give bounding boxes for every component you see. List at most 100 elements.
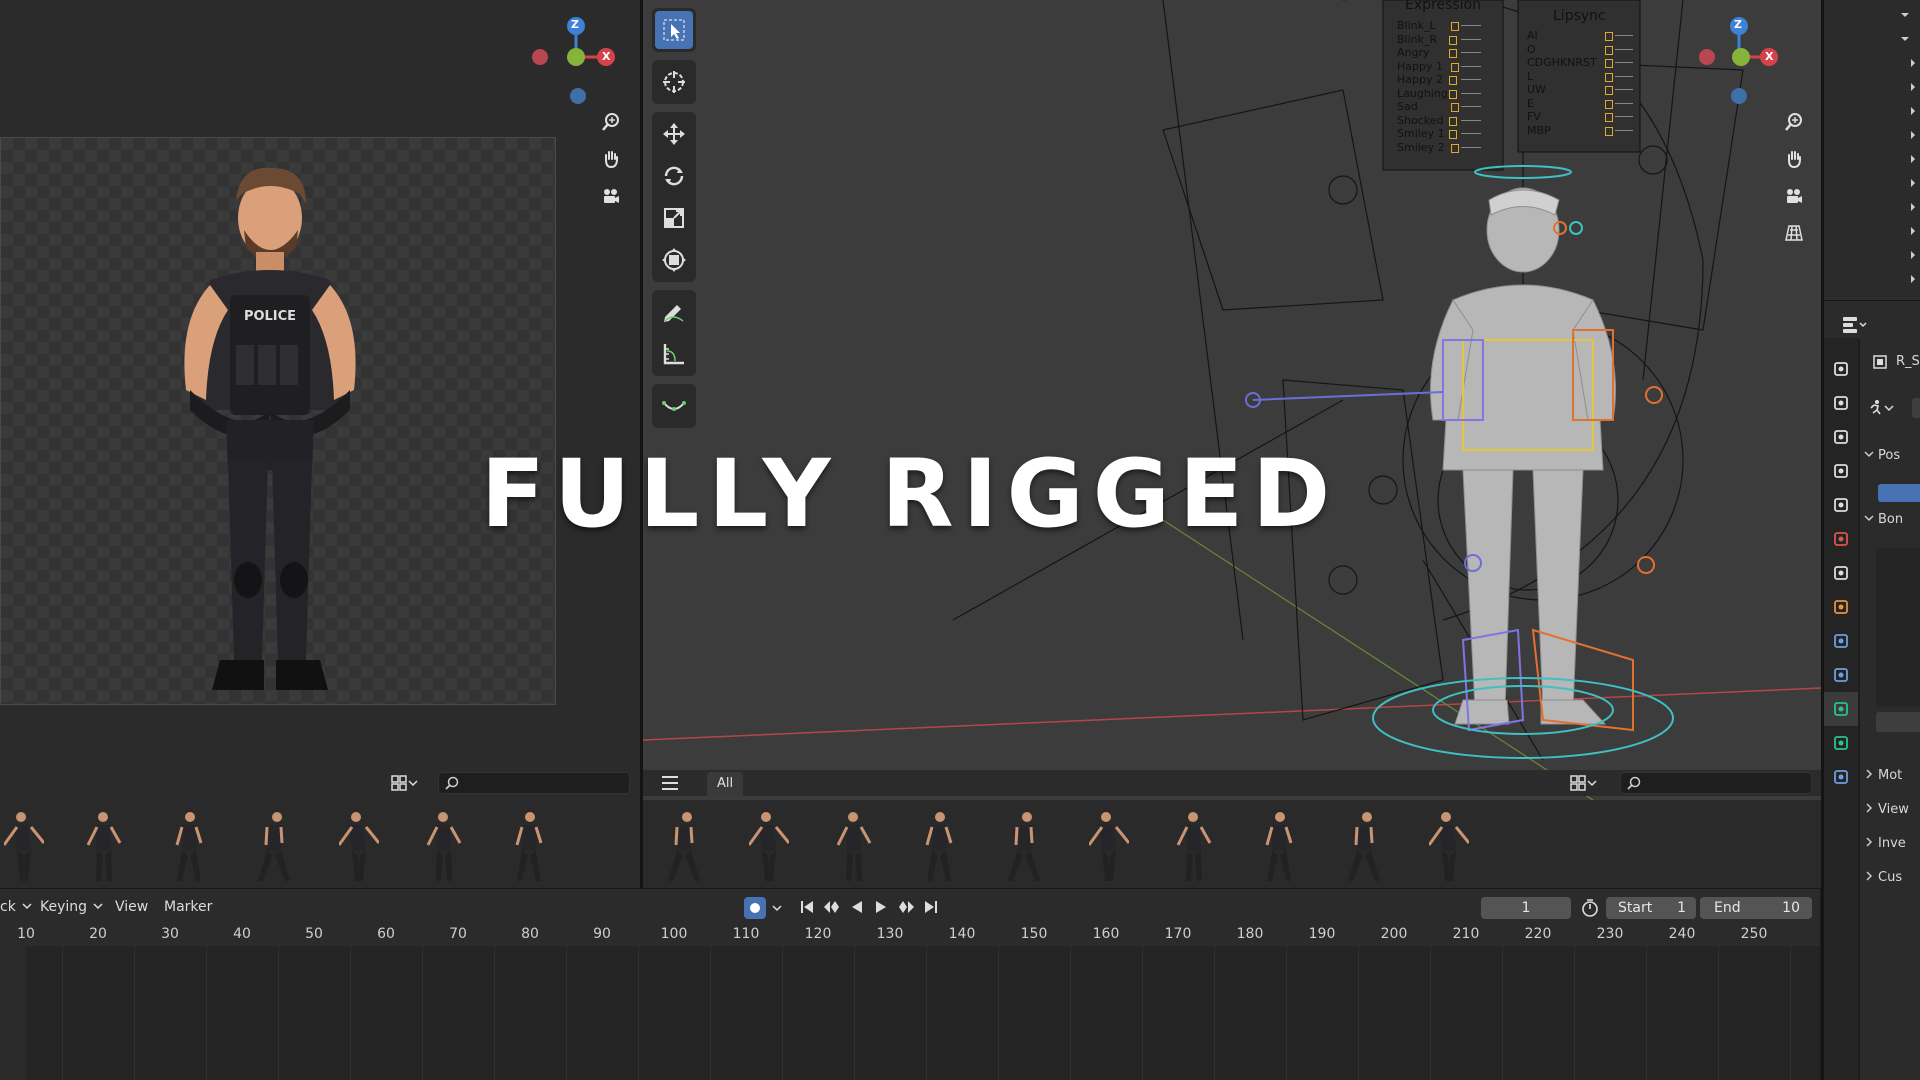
expression-slider-row[interactable]: Blink_L — [1391, 19, 1501, 33]
outliner-row[interactable] — [1884, 30, 1914, 48]
camera-icon[interactable] — [597, 182, 625, 210]
pose-name-field[interactable] — [1912, 398, 1920, 418]
slider-handle[interactable] — [1605, 126, 1613, 136]
lipsync-slider-row[interactable]: MBP — [1523, 124, 1637, 138]
outliner-row[interactable] — [1884, 54, 1915, 72]
left-asset-search-input[interactable] — [438, 772, 630, 794]
play-reverse-icon[interactable] — [848, 898, 866, 916]
lipsync-slider-row[interactable]: AI — [1523, 29, 1637, 43]
hamburger-menu-button[interactable] — [657, 772, 683, 794]
grid-perspective-icon[interactable] — [1780, 219, 1808, 247]
stopwatch-icon[interactable] — [1580, 898, 1600, 918]
rotate-tool[interactable] — [655, 157, 693, 195]
outliner-row[interactable] — [1884, 102, 1915, 120]
next-keyframe-icon[interactable] — [896, 898, 916, 916]
lipsync-slider-row[interactable]: E — [1523, 97, 1637, 111]
properties-section-header[interactable]: Pos — [1864, 448, 1900, 463]
properties-tab-physics[interactable] — [1824, 658, 1858, 692]
outliner-row[interactable] — [1884, 246, 1915, 264]
play-icon[interactable] — [872, 898, 890, 916]
timeline-frame-ruler[interactable]: 10 20 30 40 50 60 70 80 90 100 110 120 130 140 150 160 1… — [0, 924, 1820, 946]
slider-handle[interactable] — [1449, 89, 1457, 99]
pose-mode-dropdown[interactable] — [1866, 398, 1898, 418]
lipsync-slider-row[interactable]: UW — [1523, 83, 1637, 97]
properties-section-header[interactable]: Cus — [1864, 870, 1902, 885]
slider-handle[interactable] — [1451, 62, 1459, 72]
properties-section-header[interactable]: Mot — [1864, 768, 1902, 783]
properties-tab-view-layer[interactable] — [1824, 454, 1858, 488]
outliner-row[interactable] — [1884, 270, 1915, 288]
bone-collections-list[interactable] — [1876, 548, 1920, 706]
slider-handle[interactable] — [1605, 86, 1613, 95]
slider-handle[interactable] — [1451, 22, 1459, 31]
transform-tool[interactable] — [655, 241, 693, 279]
hand-pan-icon[interactable] — [1780, 145, 1808, 173]
timeline-track-area[interactable] — [0, 946, 1820, 1080]
properties-tab-output[interactable] — [1824, 420, 1858, 454]
expression-slider-row[interactable]: Smiley 2 — [1391, 141, 1501, 155]
main-asset-search-input[interactable] — [1620, 772, 1812, 794]
pose-thumbnail[interactable] — [1340, 805, 1388, 885]
view-menu[interactable]: View — [115, 889, 148, 925]
pose-thumbnail[interactable] — [1000, 805, 1048, 885]
zoom-icon[interactable] — [1780, 108, 1808, 136]
slider-handle[interactable] — [1451, 143, 1459, 153]
zoom-icon[interactable] — [597, 108, 625, 136]
slider-handle[interactable] — [1605, 72, 1613, 82]
slider-handle[interactable] — [1451, 103, 1459, 112]
keying-menu[interactable]: Keying — [40, 889, 103, 925]
properties-tab-scene[interactable] — [1824, 488, 1858, 522]
pose-thumbnail[interactable] — [1425, 805, 1473, 885]
pose-thumbnail[interactable] — [0, 805, 48, 885]
outliner-row[interactable] — [1884, 6, 1914, 24]
expression-slider-row[interactable]: Smiley 1 — [1391, 127, 1501, 141]
navigation-gizmo-main[interactable]: Z X — [1693, 10, 1793, 110]
cursor-tool[interactable] — [655, 63, 693, 101]
pose-thumbnail[interactable] — [915, 805, 963, 885]
pose-thumbnail[interactable] — [335, 805, 383, 885]
pose-thumbnail[interactable] — [165, 805, 213, 885]
end-frame-field[interactable]: End 10 — [1700, 897, 1812, 919]
slider-handle[interactable] — [1449, 35, 1457, 45]
bone-roll-tool[interactable] — [655, 387, 693, 425]
outliner-row[interactable] — [1884, 78, 1915, 96]
properties-tab-object[interactable] — [1824, 590, 1858, 624]
asset-filter-tab-all[interactable]: All — [707, 772, 743, 796]
slider-handle[interactable] — [1605, 59, 1613, 68]
pose-position-toggle[interactable] — [1878, 484, 1920, 502]
pose-thumbnail[interactable] — [80, 805, 128, 885]
outliner-row[interactable] — [1884, 174, 1915, 192]
expression-slider-row[interactable]: Happy 1 — [1391, 60, 1501, 74]
slider-handle[interactable] — [1449, 130, 1457, 139]
slider-handle[interactable] — [1605, 45, 1613, 55]
prev-keyframe-icon[interactable] — [822, 898, 842, 916]
outliner-row[interactable] — [1884, 126, 1915, 144]
expression-slider-row[interactable]: Laughing — [1391, 87, 1501, 101]
properties-tab-collection[interactable] — [1824, 556, 1858, 590]
expression-slider-row[interactable]: Sad — [1391, 100, 1501, 114]
navigation-gizmo[interactable]: Z X — [530, 10, 630, 110]
pose-thumbnail[interactable] — [660, 805, 708, 885]
assign-button[interactable] — [1876, 712, 1920, 732]
slider-handle[interactable] — [1605, 113, 1613, 122]
pose-thumbnail[interactable] — [250, 805, 298, 885]
select-box-tool[interactable] — [655, 11, 693, 49]
slider-handle[interactable] — [1605, 99, 1613, 109]
expression-slider-row[interactable]: Angry — [1391, 46, 1501, 60]
properties-tab-bone[interactable] — [1824, 726, 1858, 760]
lipsync-slider-row[interactable]: O — [1523, 43, 1637, 57]
pose-thumbnail[interactable] — [505, 805, 553, 885]
lipsync-slider-row[interactable]: FV — [1523, 110, 1637, 124]
object-name[interactable]: R_S — [1896, 354, 1920, 369]
expression-slider-row[interactable]: Shocked — [1391, 114, 1501, 128]
pose-thumbnail[interactable] — [745, 805, 793, 885]
playback-menu[interactable]: ck — [0, 889, 32, 925]
pose-thumbnail[interactable] — [830, 805, 878, 885]
scale-tool[interactable] — [655, 199, 693, 237]
pose-thumbnail[interactable] — [1255, 805, 1303, 885]
annotate-tool[interactable] — [655, 293, 693, 331]
slider-handle[interactable] — [1449, 49, 1457, 58]
outliner-row[interactable] — [1884, 198, 1915, 216]
pose-thumbnail[interactable] — [1170, 805, 1218, 885]
move-tool[interactable] — [655, 115, 693, 153]
